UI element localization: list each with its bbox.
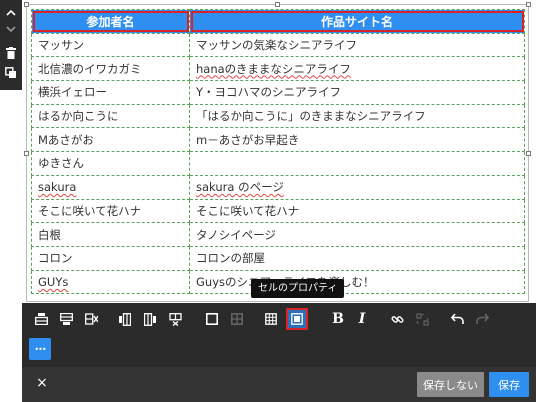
redo-icon <box>475 313 489 324</box>
insert-row-below-icon <box>59 313 73 325</box>
table-row: はるか向こうに 「はるか向こうに」のきままなシニアライフ <box>31 103 525 129</box>
table-cell[interactable] <box>189 151 525 176</box>
delete-col-button[interactable] <box>164 308 186 330</box>
table-cell[interactable]: 横浜イェロー <box>31 80 190 105</box>
more-options-button[interactable]: ••• <box>29 338 51 360</box>
table-row: 白根 タノシイページ <box>31 222 525 247</box>
resize-handle-top-right[interactable] <box>526 2 531 7</box>
table-cell[interactable]: タノシイページ <box>189 222 525 247</box>
insert-col-right-icon <box>144 312 156 326</box>
resize-handle-top[interactable] <box>275 2 280 7</box>
table-cell[interactable]: sakura のページ <box>189 174 525 200</box>
move-down-button[interactable] <box>0 20 22 38</box>
table-cell[interactable]: マッサン <box>31 32 190 58</box>
table-row: ゆきさん <box>31 151 525 176</box>
cell-text: hanaのきままなシニアライフ <box>196 61 351 76</box>
table-cell[interactable]: GUYs <box>31 269 190 295</box>
table-toolbar: B I ••• <box>22 303 536 367</box>
participants-table: 参加者名 作品サイト名 マッサン マッサンの気楽なシニアライフ 北信濃のイワカガ… <box>31 9 525 295</box>
table-cell[interactable]: そこに咲いて花ハナ <box>31 198 190 224</box>
table-header-row: 参加者名 作品サイト名 <box>31 9 525 34</box>
redo-button[interactable] <box>471 308 493 330</box>
table-row: マッサン マッサンの気楽なシニアライフ <box>31 32 525 58</box>
merge-cells-icon <box>206 313 218 325</box>
delete-col-icon <box>168 312 182 326</box>
delete-block-button[interactable] <box>0 44 22 62</box>
close-button[interactable]: × <box>34 375 50 391</box>
insert-row-above-icon <box>34 313 48 325</box>
save-button[interactable]: 保存 <box>489 372 529 397</box>
table-row: そこに咲いて花ハナ そこに咲いて花ハナ <box>31 198 525 224</box>
table-cell[interactable]: 「はるか向こうに」のきままなシニアライフ <box>189 103 525 129</box>
table-cell[interactable]: 白根 <box>31 222 190 247</box>
insert-col-left-icon <box>119 312 131 326</box>
resize-handle-top-left[interactable] <box>24 2 29 7</box>
insert-col-left-button[interactable] <box>114 308 136 330</box>
table-row: sakura sakura のページ <box>31 174 525 200</box>
table-cell[interactable]: コロンの部屋 <box>189 245 525 271</box>
italic-button[interactable]: I <box>351 308 373 330</box>
trash-icon <box>6 47 16 59</box>
header-cell-site[interactable]: 作品サイト名 <box>189 9 525 34</box>
delete-row-icon <box>84 313 98 325</box>
left-block-toolbar <box>0 0 22 90</box>
table-row: コロン コロンの部屋 <box>31 245 525 271</box>
cell-properties-tooltip: セルのプロパティ <box>251 279 345 298</box>
copy-icon <box>5 67 16 78</box>
insert-col-right-button[interactable] <box>139 308 161 330</box>
editor-footer: × 保存しない 保存 <box>22 367 536 402</box>
unlink-button[interactable] <box>411 308 433 330</box>
table-properties-icon <box>265 313 277 325</box>
resize-handle-left[interactable] <box>24 151 29 156</box>
link-icon <box>390 315 404 323</box>
insert-row-below-button[interactable] <box>55 308 77 330</box>
table-cell[interactable]: そこに咲いて花ハナ <box>189 198 525 224</box>
table-cell[interactable]: はるか向こうに <box>31 103 190 129</box>
merge-cells-button[interactable] <box>201 308 223 330</box>
table-cell[interactable]: hanaのきままなシニアライフ <box>189 56 525 82</box>
cell-text: sakura のページ <box>196 180 284 195</box>
insert-row-above-button[interactable] <box>30 308 52 330</box>
resize-handle-right[interactable] <box>526 151 531 156</box>
chevron-down-icon <box>6 26 16 33</box>
cell-properties-button[interactable] <box>286 308 308 330</box>
table-cell[interactable]: マッサンの気楽なシニアライフ <box>189 32 525 58</box>
cell-text: sakura <box>38 180 77 195</box>
close-icon: × <box>36 375 48 391</box>
unlink-icon <box>415 312 429 326</box>
undo-button[interactable] <box>446 308 468 330</box>
table-row: 横浜イェロー Y・ヨコハマのシニアライフ <box>31 80 525 105</box>
toolbar-row: B I <box>30 308 530 332</box>
dont-save-button[interactable]: 保存しない <box>417 372 484 397</box>
table-editor-area[interactable]: 参加者名 作品サイト名 マッサン マッサンの気楽なシニアライフ 北信濃のイワカガ… <box>24 2 531 302</box>
cell-text: GUYs <box>38 274 69 289</box>
table-cell[interactable]: sakura <box>31 174 190 200</box>
table-properties-button[interactable] <box>260 308 282 330</box>
cell-properties-icon <box>291 313 303 325</box>
table-cell[interactable]: Y・ヨコハマのシニアライフ <box>189 80 525 105</box>
table-cell[interactable]: Mあさがお <box>31 127 190 153</box>
table-row: 北信濃のイワカガミ hanaのきままなシニアライフ <box>31 56 525 82</box>
split-cells-icon <box>231 313 243 325</box>
header-cell-participant[interactable]: 参加者名 <box>31 9 190 34</box>
delete-row-button[interactable] <box>80 308 102 330</box>
split-cells-button[interactable] <box>226 308 248 330</box>
table-cell[interactable]: コロン <box>31 245 190 271</box>
bold-button[interactable]: B <box>327 308 349 330</box>
table-cell[interactable]: m－あさがお早起き <box>189 127 525 153</box>
copy-block-button[interactable] <box>0 64 22 82</box>
table-cell[interactable]: 北信濃のイワカガミ <box>31 56 190 82</box>
table-row: Mあさがお m－あさがお早起き <box>31 127 525 153</box>
table-cell[interactable]: ゆきさん <box>31 151 190 176</box>
chevron-up-icon <box>6 9 16 16</box>
link-button[interactable] <box>386 308 408 330</box>
more-icon: ••• <box>34 344 46 354</box>
undo-icon <box>450 313 464 324</box>
table-cell[interactable]: Guysのシニア・ライフを楽しむ！ <box>189 269 525 295</box>
